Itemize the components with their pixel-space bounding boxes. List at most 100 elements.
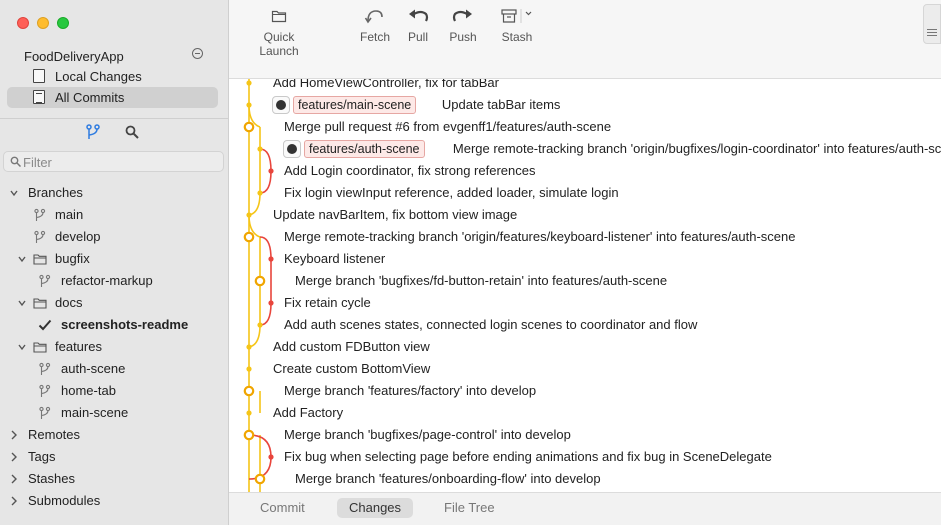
stash-button[interactable]: Stash [499,8,535,44]
commit-message: Add custom FDButton view [273,339,430,354]
pull-label: Pull [407,30,428,44]
folder-icon [33,254,47,265]
tree-item-label: home-tab [61,383,116,398]
tree-item[interactable]: docs [0,292,229,314]
branch-icon [34,208,46,221]
tree-item-label: Tags [28,449,56,464]
commit-message: Fix bug when selecting page before endin… [284,449,772,464]
tree-item[interactable]: Submodules [0,490,229,512]
tree-item[interactable]: Branches [0,182,229,204]
chevron-down-icon[interactable] [18,254,26,264]
tree-item[interactable]: bugfix [0,248,229,270]
commit-row[interactable]: Update navBarItem, fix bottom view image [229,204,941,226]
commit-row[interactable]: Merge branch 'features/factory' into dev… [229,380,941,402]
commit-row[interactable]: Fix login viewInput reference, added loa… [229,182,941,204]
tree-item-label: Submodules [28,493,101,508]
commit-row[interactable]: Add auth scenes states, connected login … [229,314,941,336]
fetch-button[interactable]: Fetch [357,8,393,44]
commit-row[interactable]: Merge branch 'bugfixes/page-control' int… [229,424,941,446]
commit-row[interactable]: Merge pull request #6 from evgenff1/feat… [229,116,941,138]
chevron-right-icon[interactable] [10,496,18,506]
tree-item[interactable]: Remotes [0,424,229,446]
tree-item-label: refactor-markup [61,273,153,288]
commit-list[interactable]: Add HomeViewController, fix for tabBar fe… [229,79,941,492]
tree-item-label: screenshots-readme [61,317,189,332]
tree-item[interactable]: home-tab [0,380,229,402]
commit-message: Add Factory [273,405,344,420]
tree-item[interactable]: Stashes [0,468,229,490]
folder-icon [33,342,47,353]
pull-button[interactable]: Pull [403,8,433,44]
checkmark-icon [38,319,52,331]
fetch-icon [364,10,383,24]
commit-row[interactable]: Add Login coordinator, fix strong refere… [229,160,941,182]
tab-commit[interactable]: Commit [248,498,317,518]
minimize-window-button[interactable] [37,17,49,29]
commit-message: Merge branch 'features/onboarding-flow' … [295,471,601,486]
divider [0,118,229,119]
tree-item[interactable]: auth-scene [0,358,229,380]
commit-message: Update tabBar items [441,97,561,112]
sidebar-toggle-button[interactable] [923,4,941,44]
tree-item-label: features [55,339,102,354]
commit-message: Create custom BottomView [273,361,431,376]
chevron-down-icon[interactable] [18,298,26,308]
github-icon [283,140,301,158]
commit-message: Merge pull request #6 from evgenff1/feat… [284,119,612,134]
chevron-down-icon[interactable] [18,342,26,352]
filter-field[interactable]: Filter [3,151,224,172]
tree-item[interactable]: main [0,204,229,226]
tree-item[interactable]: main-scene [0,402,229,424]
search-tab-icon[interactable] [125,125,139,139]
tree-item-label: develop [55,229,101,244]
commit-message: Add auth scenes states, connected login … [284,317,698,332]
tab-changes[interactable]: Changes [337,498,414,518]
commit-row[interactable]: features/auth-scene Merge remote-tracking… [229,138,941,160]
commit-row[interactable]: Keyboard listener [229,248,941,270]
push-button[interactable]: Push [447,8,479,44]
stash-label: Stash [501,30,533,44]
tree-item[interactable]: develop [0,226,229,248]
chevron-right-icon[interactable] [10,474,18,484]
branches-tab-icon[interactable] [86,124,100,140]
commit-row[interactable]: Create custom BottomView [229,358,941,380]
commit-row[interactable]: Merge remote-tracking branch 'origin/fea… [229,226,941,248]
branch-icon [39,362,51,375]
tree-item-label: Stashes [28,471,75,486]
commit-row[interactable]: Fix retain cycle [229,292,941,314]
branch-tag[interactable]: features/main-scene [293,96,417,114]
chevron-right-icon[interactable] [10,452,18,462]
zoom-window-button[interactable] [57,17,69,29]
tree-item-label: bugfix [55,251,90,266]
tree-item[interactable]: Tags [0,446,229,468]
collapse-repo-icon[interactable] [192,48,203,59]
commit-row[interactable]: Add custom FDButton view [229,336,941,358]
tree-item[interactable]: screenshots-readme [0,314,229,336]
commit-row[interactable]: Merge branch 'bugfixes/fd-button-retain'… [229,270,941,292]
tree-item[interactable]: refactor-markup [0,270,229,292]
commit-message: Keyboard listener [284,251,386,266]
commit-row[interactable]: features/main-scene Update tabBar items [229,94,941,116]
commit-message: Add HomeViewController, fix for tabBar [273,79,499,90]
quick-launch-button[interactable]: Quick Launch [243,8,315,58]
quick-launch-label: Quick Launch [259,30,299,58]
repository-name[interactable]: FoodDeliveryApp [24,49,124,64]
nav-local-changes[interactable]: Local Changes [7,66,218,87]
folder-icon [271,10,287,23]
tree-item-label: docs [55,295,83,310]
chevron-right-icon[interactable] [10,430,18,440]
tree-item[interactable]: features [0,336,229,358]
stash-icon [501,9,532,23]
branch-tag[interactable]: features/auth-scene [304,140,425,158]
commit-row[interactable]: Fix bug when selecting page before endin… [229,446,941,468]
commit-row[interactable]: Merge branch 'features/onboarding-flow' … [229,468,941,490]
commit-row[interactable]: Add HomeViewController, fix for tabBar [229,79,941,94]
commit-message: Merge branch 'bugfixes/fd-button-retain'… [295,273,668,288]
pull-icon [409,9,429,22]
chevron-down-icon[interactable] [10,188,18,198]
nav-label: Local Changes [55,69,142,84]
tab-file-tree[interactable]: File Tree [432,498,507,518]
close-window-button[interactable] [17,17,29,29]
nav-all-commits[interactable]: All Commits [7,87,218,108]
commit-row[interactable]: Add Factory [229,402,941,424]
